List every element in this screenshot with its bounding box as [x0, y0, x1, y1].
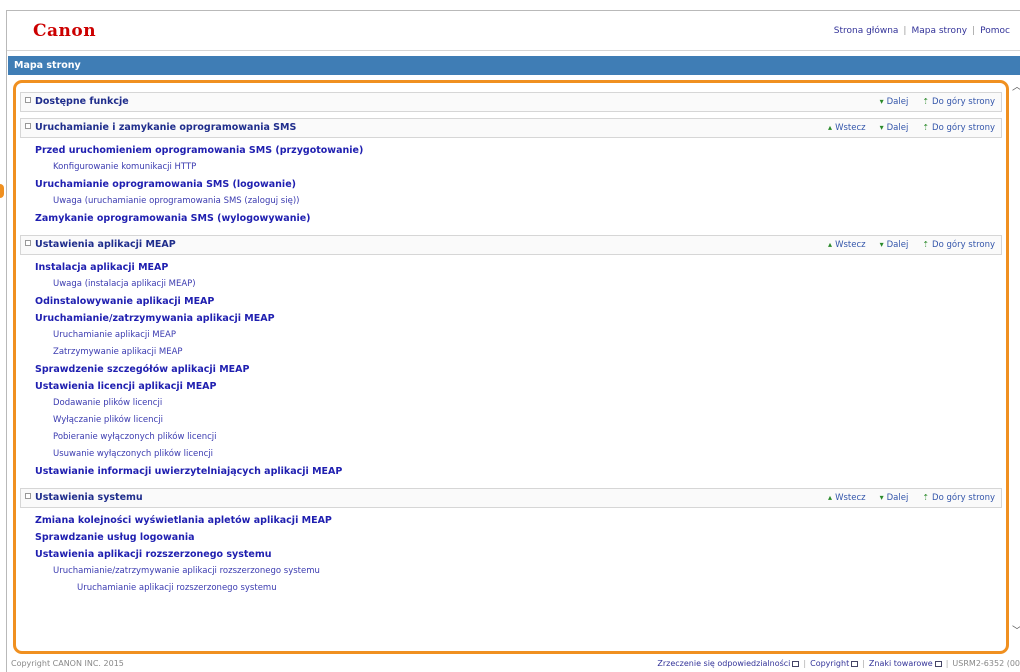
sitemap-link[interactable]: Zmiana kolejności wyświetlania apletów a…	[35, 512, 1002, 529]
top-of-page-link[interactable]: ⇡ Do góry strony	[922, 240, 995, 250]
scroll-down-icon[interactable]: ﹀	[1012, 622, 1020, 637]
square-bullet-icon	[25, 97, 31, 103]
sitemap-sections: Dostępne funkcje ▾ Dalej ⇡ Do góry strony Uru…	[20, 92, 1002, 605]
nav-label: Wstecz	[835, 123, 866, 133]
nav-label: Do góry strony	[932, 240, 995, 250]
site-map-link[interactable]: Mapa strony	[911, 26, 967, 36]
trademarks-link[interactable]: Znaki towarowe	[869, 659, 933, 668]
nav-label: Dalej	[886, 97, 909, 107]
arrow-down-icon: ▾	[879, 97, 884, 106]
back-link[interactable]: ▴ Wstecz	[828, 123, 866, 133]
sitemap-link[interactable]: Odinstalowywanie aplikacji MEAP	[35, 293, 1002, 310]
header: Canon Strona główna | Mapa strony | Pomoc	[7, 11, 1020, 51]
back-link[interactable]: ▴ Wstecz	[828, 493, 866, 503]
nav-label: Do góry strony	[932, 493, 995, 503]
section-nav: ▴ Wstecz ▾ Dalej ⇡ Do góry strony	[814, 240, 995, 250]
sitemap-link[interactable]: Uwaga (instalacja aplikacji MEAP)	[35, 276, 1002, 293]
sitemap-section: Ustawienia aplikacji MEAP ▴ Wstecz ▾ Dalej ⇡ D…	[20, 235, 1002, 482]
nav-label: Do góry strony	[932, 97, 995, 107]
page-title: Mapa strony	[8, 56, 1020, 75]
arrow-top-icon: ⇡	[922, 493, 930, 502]
nav-label: Dalej	[886, 493, 909, 503]
sitemap-link[interactable]: Uruchamianie/zatrzymywania aplikacji MEA…	[35, 310, 1002, 327]
section-header: Ustawienia aplikacji MEAP ▴ Wstecz ▾ Dalej ⇡ D…	[20, 235, 1002, 255]
sitemap-section: Ustawienia systemu ▴ Wstecz ▾ Dalej ⇡ Do góry …	[20, 488, 1002, 599]
sitemap-link[interactable]: Instalacja aplikacji MEAP	[35, 259, 1002, 276]
section-items: Instalacja aplikacji MEAP Uwaga (instalac…	[20, 255, 1002, 482]
square-bullet-icon	[25, 493, 31, 499]
sitemap-link[interactable]: Zamykanie oprogramowania SMS (wylogowywa…	[35, 210, 1002, 227]
sitemap-link[interactable]: Uruchamianie aplikacji MEAP	[35, 327, 1002, 344]
sitemap-link[interactable]: Konfigurowanie komunikacji HTTP	[35, 159, 1002, 176]
next-link[interactable]: ▾ Dalej	[880, 493, 909, 503]
section-header: Dostępne funkcje ▾ Dalej ⇡ Do góry strony	[20, 92, 1002, 112]
sitemap-section: Dostępne funkcje ▾ Dalej ⇡ Do góry strony	[20, 92, 1002, 112]
arrow-down-icon: ▾	[879, 240, 884, 249]
copyright-link[interactable]: Copyright	[810, 659, 849, 668]
sitemap-link[interactable]: Przed uruchomieniem oprogramowania SMS (…	[35, 142, 1002, 159]
arrow-top-icon: ⇡	[922, 240, 930, 249]
square-bullet-icon	[25, 123, 31, 129]
help-link[interactable]: Pomoc	[980, 26, 1010, 36]
sitemap-link[interactable]: Zatrzymywanie aplikacji MEAP	[35, 344, 1002, 361]
sitemap-callout: Dostępne funkcje ▾ Dalej ⇡ Do góry strony Uru…	[13, 80, 1009, 654]
sitemap-link[interactable]: Uruchamianie aplikacji rozszerzonego sys…	[35, 580, 1002, 597]
nav-label: Dalej	[886, 123, 909, 133]
sitemap-link[interactable]: Wyłączanie plików licencji	[35, 412, 1002, 429]
section-title[interactable]: Dostępne funkcje	[35, 96, 129, 107]
arrow-down-icon: ▾	[879, 493, 884, 502]
header-links: Strona główna | Mapa strony | Pomoc	[833, 26, 1010, 36]
sitemap-link[interactable]: Sprawdzanie usług logowania	[35, 529, 1002, 546]
next-link[interactable]: ▾ Dalej	[880, 240, 909, 250]
top-of-page-link[interactable]: ⇡ Do góry strony	[922, 123, 995, 133]
scroll-up-icon[interactable]: ︿	[1012, 78, 1020, 93]
section-header: Uruchamianie i zamykanie oprogramowania …	[20, 118, 1002, 138]
sitemap-link[interactable]: Ustawienia licencji aplikacji MEAP	[35, 378, 1002, 395]
nav-label: Wstecz	[835, 493, 866, 503]
sitemap-link[interactable]: Pobieranie wyłączonych plików licencji	[35, 429, 1002, 446]
sitemap-link[interactable]: Sprawdzenie szczegółów aplikacji MEAP	[35, 361, 1002, 378]
sitemap-link[interactable]: Uruchamianie/zatrzymywanie aplikacji roz…	[35, 563, 1002, 580]
canon-logo[interactable]: Canon	[33, 21, 96, 41]
section-items: Zmiana kolejności wyświetlania apletów a…	[20, 508, 1002, 599]
section-title[interactable]: Ustawienia systemu	[35, 492, 143, 503]
footer-links: Zrzeczenie się odpowiedzialności | Copyrig…	[657, 659, 1020, 668]
arrow-up-icon: ▴	[828, 123, 833, 132]
section-header: Ustawienia systemu ▴ Wstecz ▾ Dalej ⇡ Do góry …	[20, 488, 1002, 508]
section-title[interactable]: Ustawienia aplikacji MEAP	[35, 239, 176, 250]
sitemap-link[interactable]: Usuwanie wyłączonych plików licencji	[35, 446, 1002, 463]
document-code: USRM2-6352 (00	[952, 659, 1020, 668]
nav-label: Do góry strony	[932, 123, 995, 133]
nav-label: Wstecz	[835, 240, 866, 250]
sitemap-link[interactable]: Uruchamianie oprogramowania SMS (logowan…	[35, 176, 1002, 193]
arrow-top-icon: ⇡	[922, 97, 930, 106]
nav-label: Dalej	[886, 240, 909, 250]
square-bullet-icon	[25, 240, 31, 246]
sitemap-link[interactable]: Dodawanie plików licencji	[35, 395, 1002, 412]
section-nav: ▴ Wstecz ▾ Dalej ⇡ Do góry strony	[814, 123, 995, 133]
arrow-up-icon: ▴	[828, 240, 833, 249]
sitemap-link[interactable]: Ustawianie informacji uwierzytelniającyc…	[35, 463, 1002, 480]
back-link[interactable]: ▴ Wstecz	[828, 240, 866, 250]
section-nav: ▴ Wstecz ▾ Dalej ⇡ Do góry strony	[814, 493, 995, 503]
arrow-down-icon: ▾	[879, 123, 884, 132]
section-title[interactable]: Uruchamianie i zamykanie oprogramowania …	[35, 122, 296, 133]
sitemap-section: Uruchamianie i zamykanie oprogramowania …	[20, 118, 1002, 229]
next-link[interactable]: ▾ Dalej	[880, 97, 909, 107]
footer-copyright: Copyright CANON INC. 2015	[11, 659, 124, 668]
top-of-page-link[interactable]: ⇡ Do góry strony	[922, 493, 995, 503]
footer: Copyright CANON INC. 2015 Zrzeczenie się…	[7, 656, 1020, 672]
disclaimer-link[interactable]: Zrzeczenie się odpowiedzialności	[657, 659, 790, 668]
sitemap-link[interactable]: Ustawienia aplikacji rozszerzonego syste…	[35, 546, 1002, 563]
top-of-page-link[interactable]: ⇡ Do góry strony	[922, 97, 995, 107]
arrow-up-icon: ▴	[828, 493, 833, 502]
section-items: Przed uruchomieniem oprogramowania SMS (…	[20, 138, 1002, 229]
callout-marker	[0, 184, 4, 198]
arrow-top-icon: ⇡	[922, 123, 930, 132]
section-nav: ▾ Dalej ⇡ Do góry strony	[866, 97, 995, 107]
home-link[interactable]: Strona główna	[834, 26, 899, 36]
sitemap-link[interactable]: Uwaga (uruchamianie oprogramowania SMS (…	[35, 193, 1002, 210]
external-link-icon	[934, 661, 942, 667]
next-link[interactable]: ▾ Dalej	[880, 123, 909, 133]
